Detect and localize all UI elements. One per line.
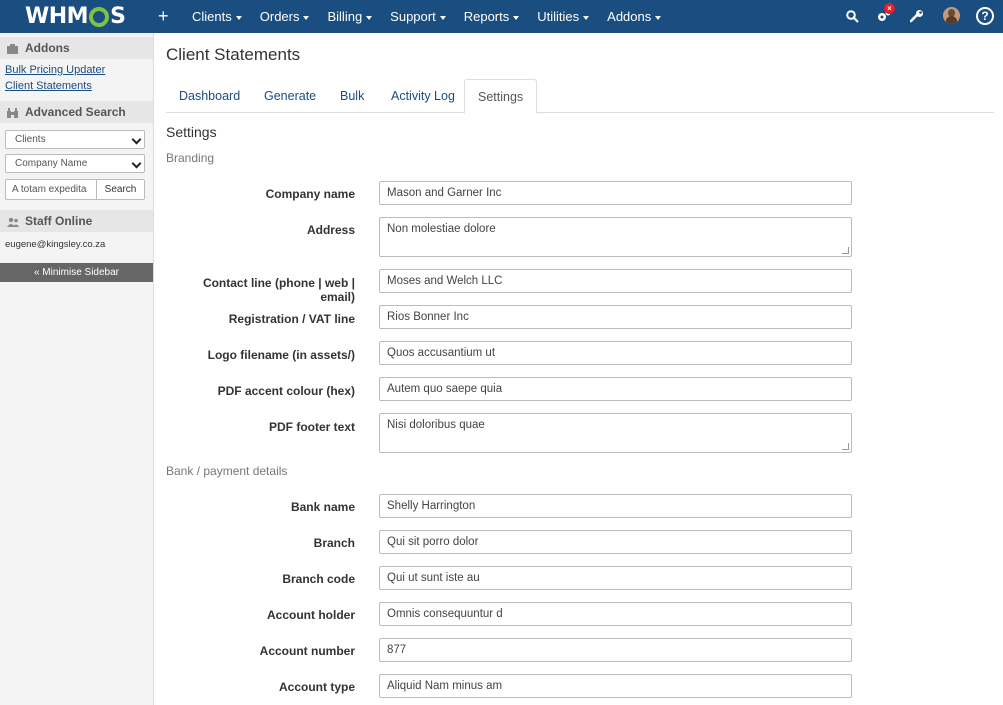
menu-billing[interactable]: Billing [327,9,373,24]
menu-orders-label: Orders [259,9,300,24]
registration-label: Registration / VAT line [228,312,355,326]
menu-utilities-label: Utilities [537,9,580,24]
contact-line-input[interactable]: Moses and Welch LLC [379,269,852,293]
cube-icon [7,43,18,54]
user-avatar[interactable] [943,7,960,24]
users-icon [7,216,19,227]
minimise-sidebar-button[interactable]: « Minimise Sidebar [0,263,153,282]
sidebar-link-client-statements[interactable]: Client Statements [0,78,105,94]
account-number-label: Account number [259,644,355,658]
tab-bulk[interactable]: Bulk [327,79,377,113]
branch-code-input[interactable]: Qui ut sunt iste au [379,566,852,590]
pdf-accent-input[interactable]: Autem quo saepe quia [379,377,852,401]
branch-label: Branch [313,536,355,550]
caret-down-icon [303,15,310,20]
top-navbar: WHM S + Clients Orders Billing Support Re… [0,0,1003,33]
account-holder-label: Account holder [266,608,355,622]
account-type-label: Account type [278,680,355,694]
sidebar-search-button[interactable]: Search [96,179,145,200]
main-menu: Clients Orders Billing Support Reports U… [192,0,679,33]
binoculars-icon [7,107,18,118]
page-title: Client Statements [166,45,301,64]
error-badge: × [884,3,895,14]
bank-name-label: Bank name [290,500,355,514]
menu-addons-label: Addons [607,9,652,24]
logo-filename-label: Logo filename (in assets/) [207,348,355,362]
company-name-label: Company name [265,187,355,201]
logo-filename-input[interactable]: Quos accusantium ut [379,341,852,365]
menu-support[interactable]: Support [390,9,446,24]
caret-down-icon [439,15,446,20]
account-type-input[interactable]: Aliquid Nam minus am [379,674,852,698]
tab-settings[interactable]: Settings [464,79,538,114]
resize-grip-icon[interactable] [842,443,849,450]
menu-billing-label: Billing [327,9,363,24]
caret-down-icon [513,15,520,20]
menu-clients[interactable]: Clients [192,9,242,24]
whmcs-logo[interactable]: WHM S [25,4,126,29]
settings-heading: Settings [166,124,217,140]
staff-email: eugene@kingsley.co.za [5,239,106,250]
logo-text-right: S [110,4,126,29]
caret-down-icon [235,15,242,20]
menu-support-label: Support [390,9,436,24]
pdf-footer-label: PDF footer text [268,420,355,434]
wrench-icon[interactable] [908,7,926,25]
sidebar-search-input[interactable]: A totam expedita [5,179,97,200]
sidebar-staff-online-header: Staff Online [0,210,153,232]
help-icon-glyph: ? [981,9,989,23]
tab-generate[interactable]: Generate [251,79,329,113]
branch-input[interactable]: Qui sit porro dolor [379,530,852,554]
menu-reports-label: Reports [463,9,510,24]
branding-heading: Branding [166,151,215,165]
menu-reports[interactable]: Reports [464,9,520,24]
company-name-input[interactable]: Mason and Garner Inc [379,181,852,205]
account-holder-input[interactable]: Omnis consequuntur d [379,602,852,626]
caret-down-icon [583,15,590,20]
branch-code-label: Branch code [282,572,355,586]
tabs: Dashboard Generate Bulk Activity Log Set… [166,79,994,114]
address-value: Non molestiae dolore [387,223,496,235]
menu-utilities[interactable]: Utilities [537,9,590,24]
menu-clients-label: Clients [192,9,232,24]
account-number-input[interactable]: 877 [379,638,852,662]
tab-dashboard[interactable]: Dashboard [166,79,253,113]
pdf-accent-label: PDF accent colour (hex) [217,384,355,398]
sidebar-staff-online-title: Staff Online [25,214,93,228]
help-icon[interactable]: ? [976,7,994,25]
bank-name-input[interactable]: Shelly Harrington [379,494,852,518]
logo-gear-icon [89,6,110,27]
sidebar-link-bulk-pricing-updater[interactable]: Bulk Pricing Updater [0,62,105,78]
pdf-footer-textarea[interactable]: Nisi doloribus quae [379,413,852,453]
search-field-select[interactable]: Company Name [5,154,145,173]
sidebar-addons-header: Addons [0,37,153,59]
sidebar: Addons Bulk Pricing Updater Client State… [0,33,154,705]
search-type-select[interactable]: Clients [5,130,145,149]
sidebar-advanced-search-title: Advanced Search [25,105,126,119]
resize-grip-icon[interactable] [842,247,849,254]
address-label: Address [306,223,355,237]
address-textarea[interactable]: Non molestiae dolore [379,217,852,257]
sidebar-addon-links: Bulk Pricing Updater Client Statements [0,62,105,94]
bank-details-heading: Bank / payment details [166,464,288,478]
contact-line-label: Contact line (phone | web | email) [202,276,355,304]
caret-down-icon [655,15,662,20]
logo-text-left: WHM [25,4,89,29]
sidebar-advanced-search-header: Advanced Search [0,101,153,123]
menu-orders[interactable]: Orders [260,9,310,24]
pdf-footer-value: Nisi doloribus quae [387,419,485,431]
tab-activity-log[interactable]: Activity Log [378,79,468,113]
caret-down-icon [366,15,373,20]
menu-addons[interactable]: Addons [607,9,662,24]
registration-input[interactable]: Rios Bonner Inc [379,305,852,329]
search-icon[interactable] [843,7,861,25]
sidebar-addons-title: Addons [25,41,70,55]
quick-add-plus-icon[interactable]: + [158,6,169,26]
